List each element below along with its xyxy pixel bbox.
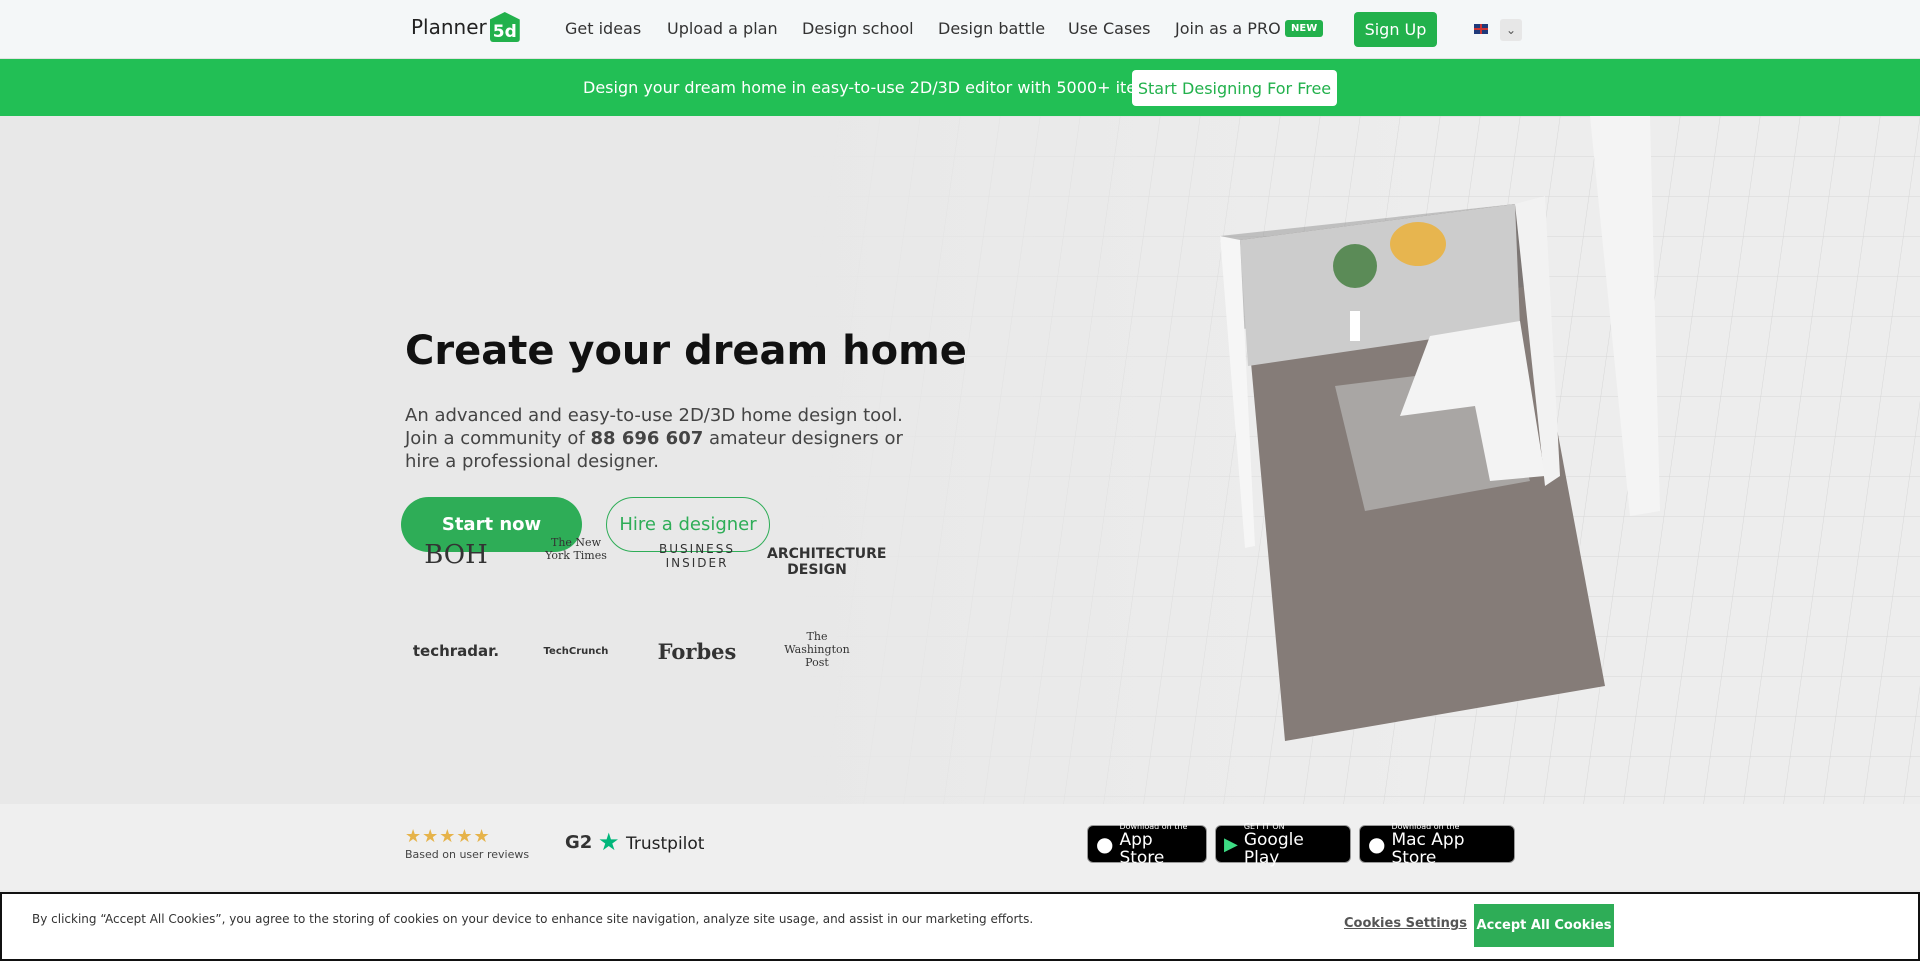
google-play-badge[interactable]: ▶ GET IT ON Google Play: [1215, 822, 1351, 867]
new-badge: NEW: [1285, 20, 1324, 37]
badge-large: Google Play: [1243, 829, 1304, 868]
top-header: Planner 5d Get ideas Upload a plan Desig…: [0, 0, 1920, 59]
nav-design-battle[interactable]: Design battle: [938, 19, 1045, 38]
banner-text: Design your dream home in easy-to-use 2D…: [583, 78, 1161, 97]
g2-logo: G2: [565, 832, 593, 853]
press-logo-techradar: techradar.: [412, 642, 500, 660]
rating-stars: ★★★★★: [405, 826, 491, 847]
logo-text: Planner: [411, 15, 487, 39]
press-logo-nyt: The New York Times: [545, 536, 607, 562]
badge-large: App Store: [1119, 829, 1165, 868]
accept-all-cookies-button[interactable]: Accept All Cookies: [1474, 904, 1614, 947]
nav-join-pro[interactable]: Join as a PRO: [1175, 19, 1281, 38]
community-count: 88 696 607: [590, 428, 704, 449]
nav-design-school[interactable]: Design school: [802, 19, 914, 38]
press-logo-architecture-design: ARCHITECTURE DESIGN: [767, 546, 887, 578]
ratings-strip: ★★★★★ Based on user reviews G2 ★ Trustpi…: [0, 804, 1920, 890]
hero-section: Create your dream home An advanced and e…: [0, 116, 1920, 804]
mac-app-store-badge[interactable]: ● Download on the Mac App Store: [1359, 822, 1515, 867]
app-store-badge[interactable]: ● Download on the App Store: [1087, 822, 1207, 867]
nav-use-cases[interactable]: Use Cases: [1068, 19, 1150, 38]
promo-banner: Design your dream home in easy-to-use 2D…: [0, 59, 1920, 116]
press-logo-business-insider: BUSINESS INSIDER: [659, 542, 735, 570]
cookie-text: By clicking “Accept All Cookies”, you ag…: [32, 912, 1034, 926]
apple-icon: ●: [1368, 832, 1386, 856]
chevron-down-icon[interactable]: ⌄: [1500, 19, 1522, 41]
trustpilot-logo: Trustpilot: [626, 834, 705, 854]
desc-text: Join a community of: [405, 428, 591, 449]
desc-line: An advanced and easy-to-use 2D/3D home d…: [405, 405, 903, 426]
start-designing-button[interactable]: Start Designing For Free: [1132, 70, 1337, 106]
hero-title: Create your dream home: [405, 328, 967, 374]
sign-up-button[interactable]: Sign Up: [1354, 12, 1437, 47]
press-logo-forbes: Forbes: [657, 639, 737, 664]
google-play-icon: ▶: [1224, 833, 1238, 855]
trustpilot-star-icon: ★: [598, 828, 620, 856]
planner5d-logo[interactable]: Planner 5d: [411, 12, 520, 42]
press-logo-washington-post: The Washington Post: [784, 630, 850, 669]
hero-description: An advanced and easy-to-use 2D/3D home d…: [405, 404, 925, 473]
cookies-settings-link[interactable]: Cookies Settings: [1344, 916, 1467, 931]
3d-room-illustration: [0, 116, 1920, 804]
uk-flag-icon[interactable]: [1474, 24, 1488, 34]
cookie-banner: By clicking “Accept All Cookies”, you ag…: [0, 892, 1920, 961]
rating-caption: Based on user reviews: [405, 848, 530, 861]
nav-get-ideas[interactable]: Get ideas: [565, 19, 641, 38]
nav-upload-plan[interactable]: Upload a plan: [667, 19, 778, 38]
press-logo-boh: BOH: [424, 540, 488, 570]
logo-badge: 5d: [489, 12, 520, 42]
press-logo-techcrunch: TechCrunch: [543, 646, 609, 657]
apple-icon: ●: [1096, 832, 1114, 856]
badge-large: Mac App Store: [1391, 829, 1465, 868]
